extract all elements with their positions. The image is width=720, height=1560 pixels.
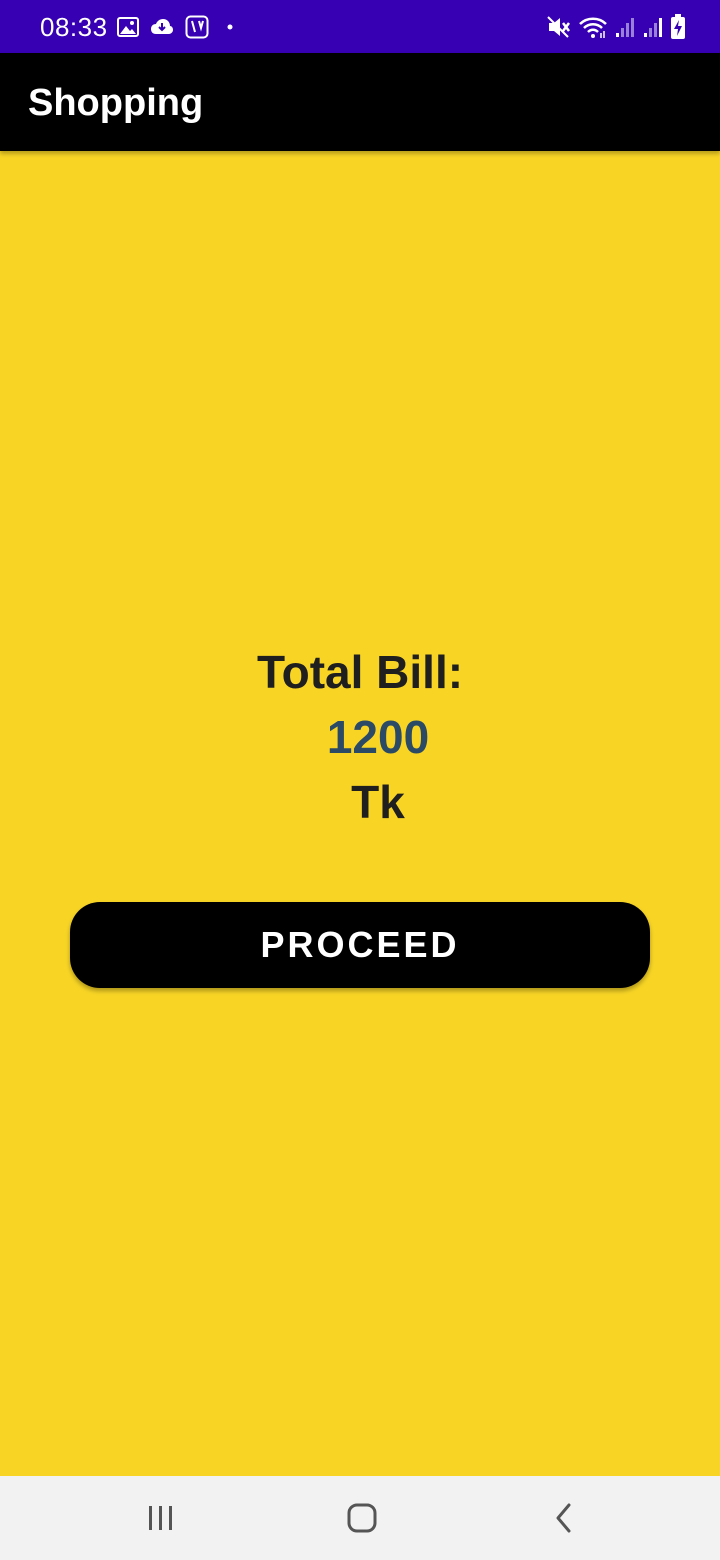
proceed-button[interactable]: PROCEED xyxy=(70,902,650,988)
status-bar: 08:33 xyxy=(0,0,720,53)
wifi-icon xyxy=(579,17,607,38)
navigation-bar xyxy=(0,1476,720,1560)
status-icons-right xyxy=(540,13,686,41)
home-icon xyxy=(347,1503,377,1533)
image-icon xyxy=(117,17,139,37)
cloud-download-icon xyxy=(151,19,173,34)
dot-icon xyxy=(227,24,233,30)
total-bill-amount: 1200 xyxy=(326,711,430,763)
currency-label: Tk xyxy=(351,776,405,828)
app-title: Shopping xyxy=(28,82,204,124)
back-icon xyxy=(556,1503,571,1533)
recents-button[interactable] xyxy=(101,1476,221,1560)
status-icons-left xyxy=(117,14,245,40)
signal-icon xyxy=(644,18,662,37)
screen: 08:33 Shopping Total Bill: 1200 Tk PROCE… xyxy=(0,0,720,1560)
signal-icon xyxy=(616,18,634,37)
total-bill-label: Total Bill: xyxy=(256,646,464,698)
home-button[interactable] xyxy=(302,1476,422,1560)
status-time: 08:33 xyxy=(40,12,108,42)
battery-charging-icon xyxy=(671,14,685,39)
app-bar: Shopping xyxy=(0,53,720,151)
app-notification-icon xyxy=(185,15,209,39)
mute-icon xyxy=(547,16,570,38)
back-button[interactable] xyxy=(504,1476,624,1560)
recents-icon xyxy=(149,1506,172,1530)
